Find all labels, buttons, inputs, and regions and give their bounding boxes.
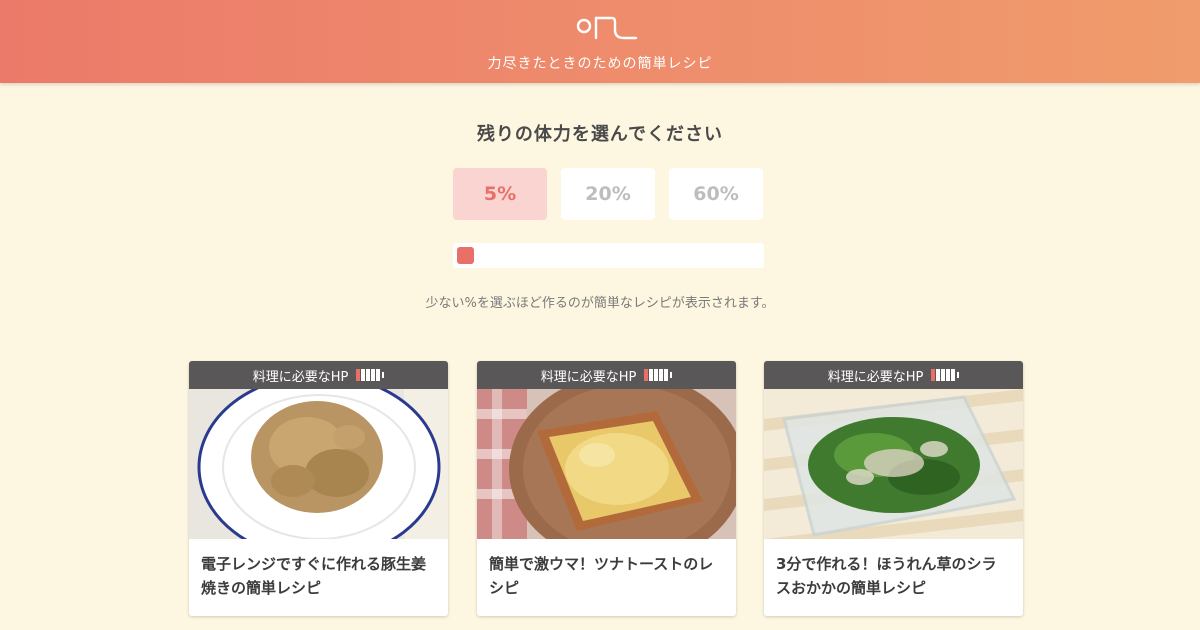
- hp-option-5[interactable]: 5%: [453, 168, 547, 220]
- site-tagline: 力尽きたときのための簡単レシピ: [487, 56, 713, 72]
- recipe-card-tuna-toast[interactable]: 料理に必要なHP 簡単で激ウマ！ツナトーストのレシピ: [477, 361, 736, 616]
- recipe-title[interactable]: 3分で作れる！ほうれん草のシラスおかかの簡単レシピ: [764, 539, 1023, 600]
- card-hp-badge: 料理に必要なHP: [189, 361, 448, 389]
- hp-option-20[interactable]: 20%: [561, 168, 655, 220]
- card-hp-badge: 料理に必要なHP: [477, 361, 736, 389]
- recipe-image[interactable]: [764, 389, 1023, 539]
- battery-icon: [931, 369, 960, 381]
- hp-slider-fill[interactable]: [457, 247, 474, 264]
- recipe-title[interactable]: 電子レンジですぐに作れる豚生姜焼きの簡単レシピ: [189, 539, 448, 600]
- hp-prompt: 残りの体力を選んでください: [476, 124, 724, 145]
- hp-slider[interactable]: [453, 243, 764, 268]
- hp-hint: 少ない%を選ぶほど作るのが簡単なレシピが表示されます。: [425, 296, 775, 311]
- recipe-image[interactable]: [477, 389, 736, 539]
- card-hp-badge: 料理に必要なHP: [764, 361, 1023, 389]
- card-hp-label: 料理に必要なHP: [252, 369, 349, 385]
- battery-icon: [356, 369, 385, 381]
- recipe-card-pork[interactable]: 料理に必要なHP 電子レンジですぐに作れる豚生姜焼きの簡単レシピ: [189, 361, 448, 616]
- recipe-title[interactable]: 簡単で激ウマ！ツナトーストのレシピ: [477, 539, 736, 600]
- card-hp-label: 料理に必要なHP: [540, 369, 637, 385]
- battery-icon: [644, 369, 673, 381]
- recipe-card-spinach[interactable]: 料理に必要なHP 3分で作れる！ほうれん草のシラスおかかの簡単レシピ: [764, 361, 1023, 616]
- recipe-image[interactable]: [189, 389, 448, 539]
- site-header: 力尽きたときのための簡単レシピ: [0, 0, 1200, 83]
- hp-option-60[interactable]: 60%: [669, 168, 763, 220]
- card-hp-label: 料理に必要なHP: [827, 369, 924, 385]
- logo-icon[interactable]: [574, 8, 640, 42]
